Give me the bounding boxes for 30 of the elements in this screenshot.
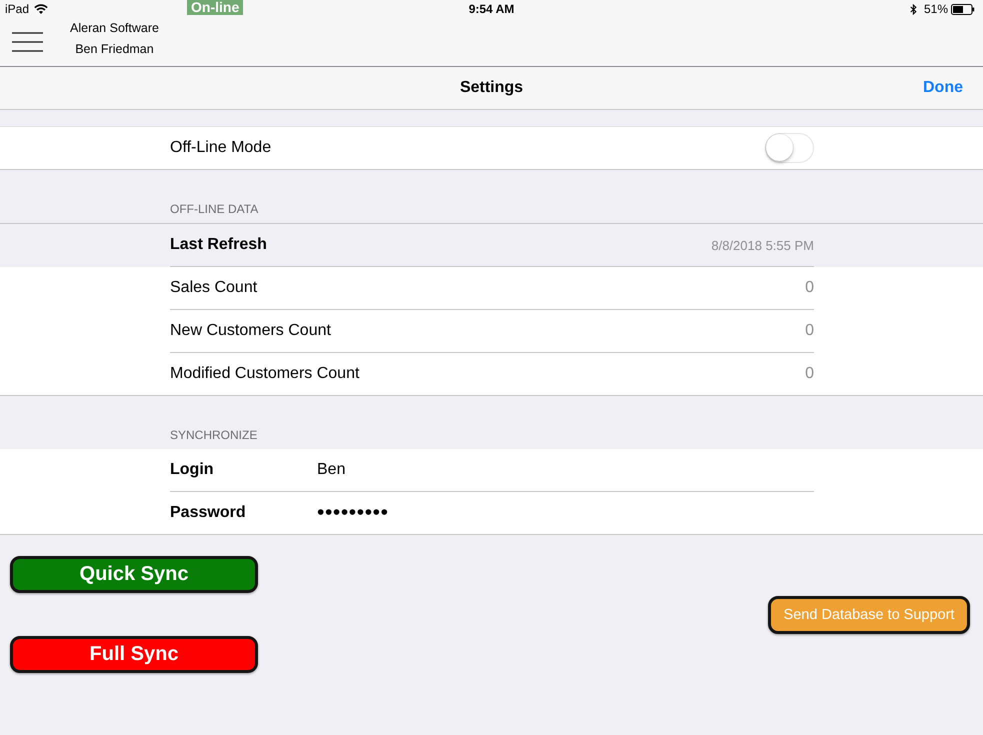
wifi-icon (34, 4, 48, 14)
row-value: 0 (805, 365, 814, 383)
device-name: iPad (5, 1, 30, 18)
company-name: Aleran Software (70, 20, 159, 37)
row-label: New Customers Count (170, 322, 331, 340)
row-value: 0 (805, 322, 814, 340)
text-field[interactable]: Ben (317, 449, 814, 491)
sync-button[interactable]: Full Sync (10, 636, 258, 673)
battery-percent: 51% (924, 1, 948, 18)
setting-label: Off-Line Mode (170, 139, 272, 157)
row-label: Sales Count (170, 279, 258, 297)
section-header: SYNCHRONIZE (170, 428, 258, 442)
connection-badge: On-line (187, 0, 244, 15)
battery-icon (951, 4, 975, 14)
toggle-switch[interactable] (765, 133, 814, 163)
field-label: Password (170, 504, 247, 522)
row-label: Last Refresh (170, 236, 267, 254)
password-field[interactable]: ••••••••• (317, 492, 814, 534)
row-value: 0 (805, 279, 814, 297)
field-label: Login (170, 461, 215, 479)
section-header: OFF-LINE DATA (170, 202, 258, 216)
clock-time: 9:54 AM (468, 1, 514, 18)
row-label: Modified Customers Count (170, 365, 360, 383)
user-name: Ben Friedman (75, 41, 154, 58)
done-button[interactable]: Done (923, 79, 963, 97)
page-title: Settings (460, 79, 524, 97)
sync-button[interactable]: Quick Sync (10, 556, 258, 593)
row-value: 8/8/2018 5:55 PM (711, 238, 814, 252)
menu-icon[interactable] (12, 32, 43, 52)
bluetooth-icon (910, 4, 917, 14)
